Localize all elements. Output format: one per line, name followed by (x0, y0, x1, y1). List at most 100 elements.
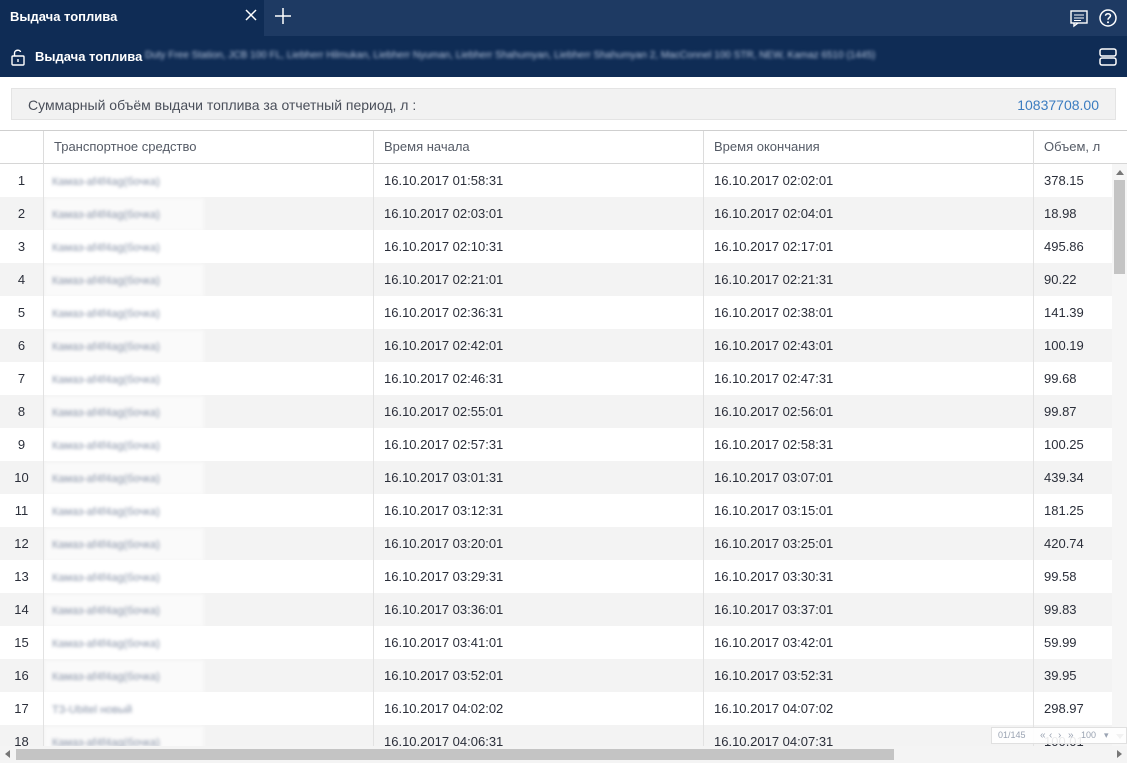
row-number: 17 (14, 701, 29, 716)
row-number: 11 (14, 503, 29, 518)
volume-cell: 181.25 (1033, 494, 1112, 527)
end-time-cell: 16.10.2017 02:02:01 (703, 164, 1033, 197)
vehicle-cell: Камаз-af4f4ag(бочка) (43, 329, 373, 362)
table-row[interactable]: 7 Камаз-af4f4ag(бочка) 16.10.2017 02:46:31… (0, 362, 1112, 395)
volume-cell: 495.86 (1033, 230, 1112, 263)
horizontal-scroll-thumb[interactable] (16, 749, 894, 760)
table-row[interactable]: 12 Камаз-af4f4ag(бочка) 16.10.2017 03:20:0… (0, 527, 1112, 560)
row-number: 12 (14, 536, 29, 551)
column-header-vehicle[interactable]: Транспортное средство (43, 131, 373, 164)
vehicle-name: Камаз-af4f4ag(бочка) (44, 726, 204, 746)
vertical-scroll-thumb[interactable] (1114, 180, 1125, 274)
page-size-dropdown-icon[interactable]: ▾ (1104, 728, 1109, 743)
close-icon[interactable] (243, 7, 259, 23)
first-page-icon[interactable]: « (1040, 728, 1046, 743)
start-time-cell: 16.10.2017 03:20:01 (373, 527, 703, 560)
table-row[interactable]: 18 Камаз-af4f4ag(бочка) 16.10.2017 04:06:3… (0, 725, 1112, 746)
end-time-cell: 16.10.2017 04:07:02 (703, 692, 1033, 725)
start-time-cell: 16.10.2017 03:01:31 (373, 461, 703, 494)
scroll-left-icon[interactable] (5, 750, 10, 758)
volume-cell: 99.83 (1033, 593, 1112, 626)
table-row[interactable]: 8 Камаз-af4f4ag(бочка) 16.10.2017 02:55:01… (0, 395, 1112, 428)
prev-page-icon[interactable]: ‹ (1049, 728, 1052, 743)
next-page-icon[interactable]: › (1058, 728, 1061, 743)
vehicle-cell: Камаз-af4f4ag(бочка) (43, 560, 373, 593)
table-header: Транспортное средство Время начала Время… (0, 131, 1127, 164)
column-header-end-time[interactable]: Время окончания (703, 131, 1033, 164)
tab-fuel-dispensing[interactable]: Выдача топлива (0, 0, 264, 36)
table-row[interactable]: 14 Камаз-af4f4ag(бочка) 16.10.2017 03:36:0… (0, 593, 1112, 626)
volume-cell: 39.95 (1033, 659, 1112, 692)
end-time-cell: 16.10.2017 02:04:01 (703, 197, 1033, 230)
vehicle-name: Камаз-af4f4ag(бочка) (44, 165, 204, 197)
end-time-cell: 16.10.2017 03:30:31 (703, 560, 1033, 593)
row-number: 10 (14, 470, 29, 485)
vertical-scrollbar[interactable] (1112, 164, 1127, 746)
column-header-start-time[interactable]: Время начала (373, 131, 703, 164)
table-row[interactable]: 6 Камаз-af4f4ag(бочка) 16.10.2017 02:42:01… (0, 329, 1112, 362)
start-time-cell: 16.10.2017 04:02:02 (373, 692, 703, 725)
row-number: 18 (14, 734, 29, 746)
table-row[interactable]: 11 Камаз-af4f4ag(бочка) 16.10.2017 03:12:3… (0, 494, 1112, 527)
scroll-right-icon[interactable] (1117, 750, 1122, 758)
vehicle-cell: Камаз-af4f4ag(бочка) (43, 725, 373, 746)
vehicle-cell: Камаз-af4f4ag(бочка) (43, 461, 373, 494)
table-row[interactable]: 4 Камаз-af4f4ag(бочка) 16.10.2017 02:21:01… (0, 263, 1112, 296)
help-icon[interactable] (1098, 8, 1118, 28)
vehicle-name: Камаз-af4f4ag(бочка) (44, 297, 204, 329)
table-row[interactable]: 17 ТЗ-Ubitel новый 16.10.2017 04:02:02 16.1… (0, 692, 1112, 725)
unlock-icon[interactable] (10, 48, 26, 66)
table-row[interactable]: 10 Камаз-af4f4ag(бочка) 16.10.2017 03:01:3… (0, 461, 1112, 494)
row-number: 1 (17, 173, 26, 188)
start-time-cell: 16.10.2017 02:55:01 (373, 395, 703, 428)
vehicle-cell: Камаз-af4f4ag(бочка) (43, 626, 373, 659)
table-row[interactable]: 2 Камаз-af4f4ag(бочка) 16.10.2017 02:03:01… (0, 197, 1112, 230)
table-row[interactable]: 15 Камаз-af4f4ag(бочка) 16.10.2017 03:41:0… (0, 626, 1112, 659)
row-number: 2 (17, 206, 26, 221)
volume-cell: 100.19 (1033, 329, 1112, 362)
start-time-cell: 16.10.2017 04:06:31 (373, 725, 703, 746)
vehicle-name: Камаз-af4f4ag(бочка) (44, 462, 204, 494)
row-number: 4 (17, 272, 26, 287)
vehicle-cell: ТЗ-Ubitel новый (43, 692, 373, 725)
end-time-cell: 16.10.2017 03:42:01 (703, 626, 1033, 659)
table-row[interactable]: 1 Камаз-af4f4ag(бочка) 16.10.2017 01:58:31… (0, 164, 1112, 197)
vehicle-cell: Камаз-af4f4ag(бочка) (43, 296, 373, 329)
last-page-icon[interactable]: » (1068, 728, 1074, 743)
start-time-cell: 16.10.2017 01:58:31 (373, 164, 703, 197)
table-row[interactable]: 9 Камаз-af4f4ag(бочка) 16.10.2017 02:57:31… (0, 428, 1112, 461)
scroll-up-icon[interactable] (1116, 170, 1124, 175)
summary-label: Суммарный объём выдачи топлива за отчетн… (28, 97, 417, 113)
table-row[interactable]: 16 Камаз-af4f4ag(бочка) 16.10.2017 03:52:0… (0, 659, 1112, 692)
table-row[interactable]: 13 Камаз-af4f4ag(бочка) 16.10.2017 03:29:3… (0, 560, 1112, 593)
volume-cell: 18.98 (1033, 197, 1112, 230)
vehicle-name: Камаз-af4f4ag(бочка) (44, 561, 204, 593)
volume-cell: 141.39 (1033, 296, 1112, 329)
start-time-cell: 16.10.2017 02:10:31 (373, 230, 703, 263)
vehicle-cell: Камаз-af4f4ag(бочка) (43, 395, 373, 428)
vehicle-name: Камаз-af4f4ag(бочка) (44, 660, 204, 692)
end-time-cell: 16.10.2017 03:07:01 (703, 461, 1033, 494)
table-row[interactable]: 3 Камаз-af4f4ag(бочка) 16.10.2017 02:10:31… (0, 230, 1112, 263)
volume-cell: 420.74 (1033, 527, 1112, 560)
chat-icon[interactable] (1069, 8, 1089, 28)
start-time-cell: 16.10.2017 03:12:31 (373, 494, 703, 527)
page-size-value[interactable]: 100 (1081, 728, 1096, 743)
horizontal-scrollbar[interactable] (0, 746, 1127, 763)
vehicle-cell: Камаз-af4f4ag(бочка) (43, 659, 373, 692)
end-time-cell: 16.10.2017 04:07:31 (703, 725, 1033, 746)
end-time-cell: 16.10.2017 03:15:01 (703, 494, 1033, 527)
volume-cell: 99.58 (1033, 560, 1112, 593)
layout-icon[interactable] (1097, 46, 1119, 68)
vehicle-name: Камаз-af4f4ag(бочка) (44, 198, 204, 230)
end-time-cell: 16.10.2017 02:56:01 (703, 395, 1033, 428)
plus-icon[interactable] (273, 6, 293, 26)
volume-cell: 298.97 (1033, 692, 1112, 725)
volume-cell: 439.34 (1033, 461, 1112, 494)
vehicle-name: Камаз-af4f4ag(бочка) (44, 594, 204, 626)
column-header-volume[interactable]: Объем, л (1033, 131, 1127, 164)
vehicle-cell: Камаз-af4f4ag(бочка) (43, 230, 373, 263)
table-row[interactable]: 5 Камаз-af4f4ag(бочка) 16.10.2017 02:36:31… (0, 296, 1112, 329)
row-number: 13 (14, 569, 29, 584)
start-time-cell: 16.10.2017 03:52:01 (373, 659, 703, 692)
